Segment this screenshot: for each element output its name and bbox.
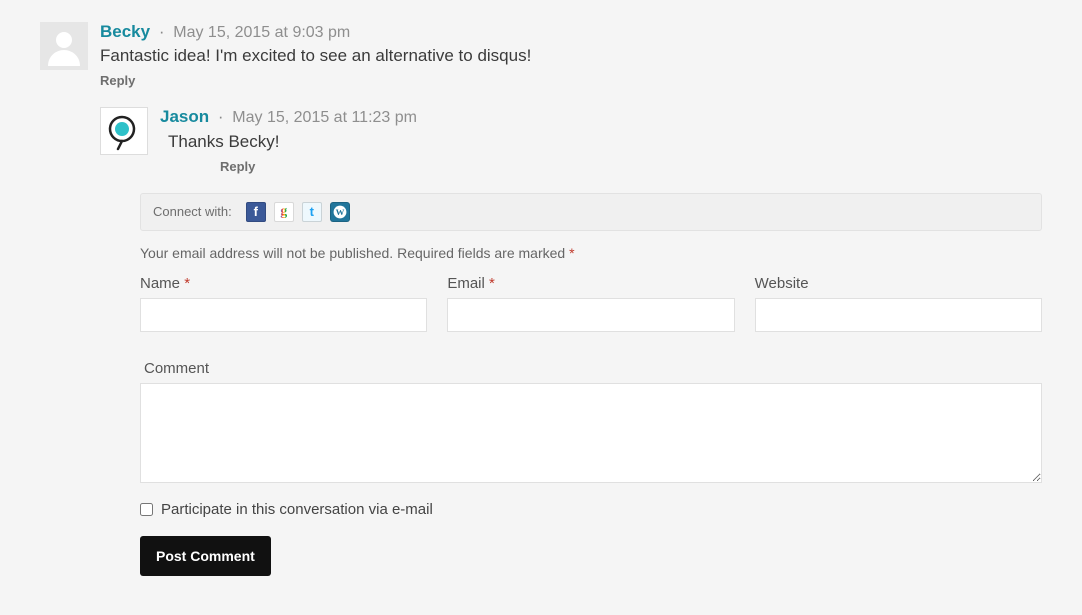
comment-label: Comment	[140, 354, 213, 383]
comment-date[interactable]: May 15, 2015 at 9:03 pm	[173, 24, 350, 41]
avatar	[100, 107, 148, 155]
name-input[interactable]	[140, 298, 427, 332]
comment-item: Jason · May 15, 2015 at 11:23 pm Thanks …	[100, 107, 1042, 174]
person-icon	[44, 26, 84, 66]
comment-textarea[interactable]	[140, 383, 1042, 483]
reply-link[interactable]: Reply	[160, 159, 255, 174]
svg-text:W: W	[335, 207, 344, 217]
comment-date[interactable]: May 15, 2015 at 11:23 pm	[232, 109, 417, 126]
facebook-icon[interactable]: f	[246, 202, 266, 222]
wordpress-icon[interactable]: W	[330, 202, 350, 222]
participate-row[interactable]: Participate in this conversation via e-m…	[140, 501, 1042, 518]
name-label: Name *	[140, 275, 427, 292]
twitter-icon[interactable]: t	[302, 202, 322, 222]
comment-body: Thanks Becky!	[160, 132, 1042, 152]
email-input[interactable]	[447, 298, 734, 332]
brand-logo-icon	[104, 111, 144, 151]
connect-bar: Connect with: f g t W	[140, 193, 1042, 231]
avatar	[40, 22, 88, 70]
google-icon[interactable]: g	[274, 202, 294, 222]
website-input[interactable]	[755, 298, 1042, 332]
participate-label: Participate in this conversation via e-m…	[161, 501, 433, 518]
email-label: Email *	[447, 275, 734, 292]
comment-author-link[interactable]: Jason	[160, 107, 209, 126]
post-comment-button[interactable]: Post Comment	[140, 536, 271, 576]
connect-label: Connect with:	[153, 204, 232, 219]
comment-body: Fantastic idea! I'm excited to see an al…	[100, 46, 1042, 66]
meta-separator: ·	[155, 22, 169, 41]
meta-separator: ·	[214, 107, 228, 126]
participate-checkbox[interactable]	[140, 503, 153, 516]
comment-item: Becky · May 15, 2015 at 9:03 pm Fantasti…	[40, 22, 1042, 89]
website-label: Website	[755, 275, 1042, 292]
comment-author-link[interactable]: Becky	[100, 22, 150, 41]
reply-link[interactable]: Reply	[100, 73, 135, 88]
form-note: Your email address will not be published…	[140, 245, 1042, 261]
